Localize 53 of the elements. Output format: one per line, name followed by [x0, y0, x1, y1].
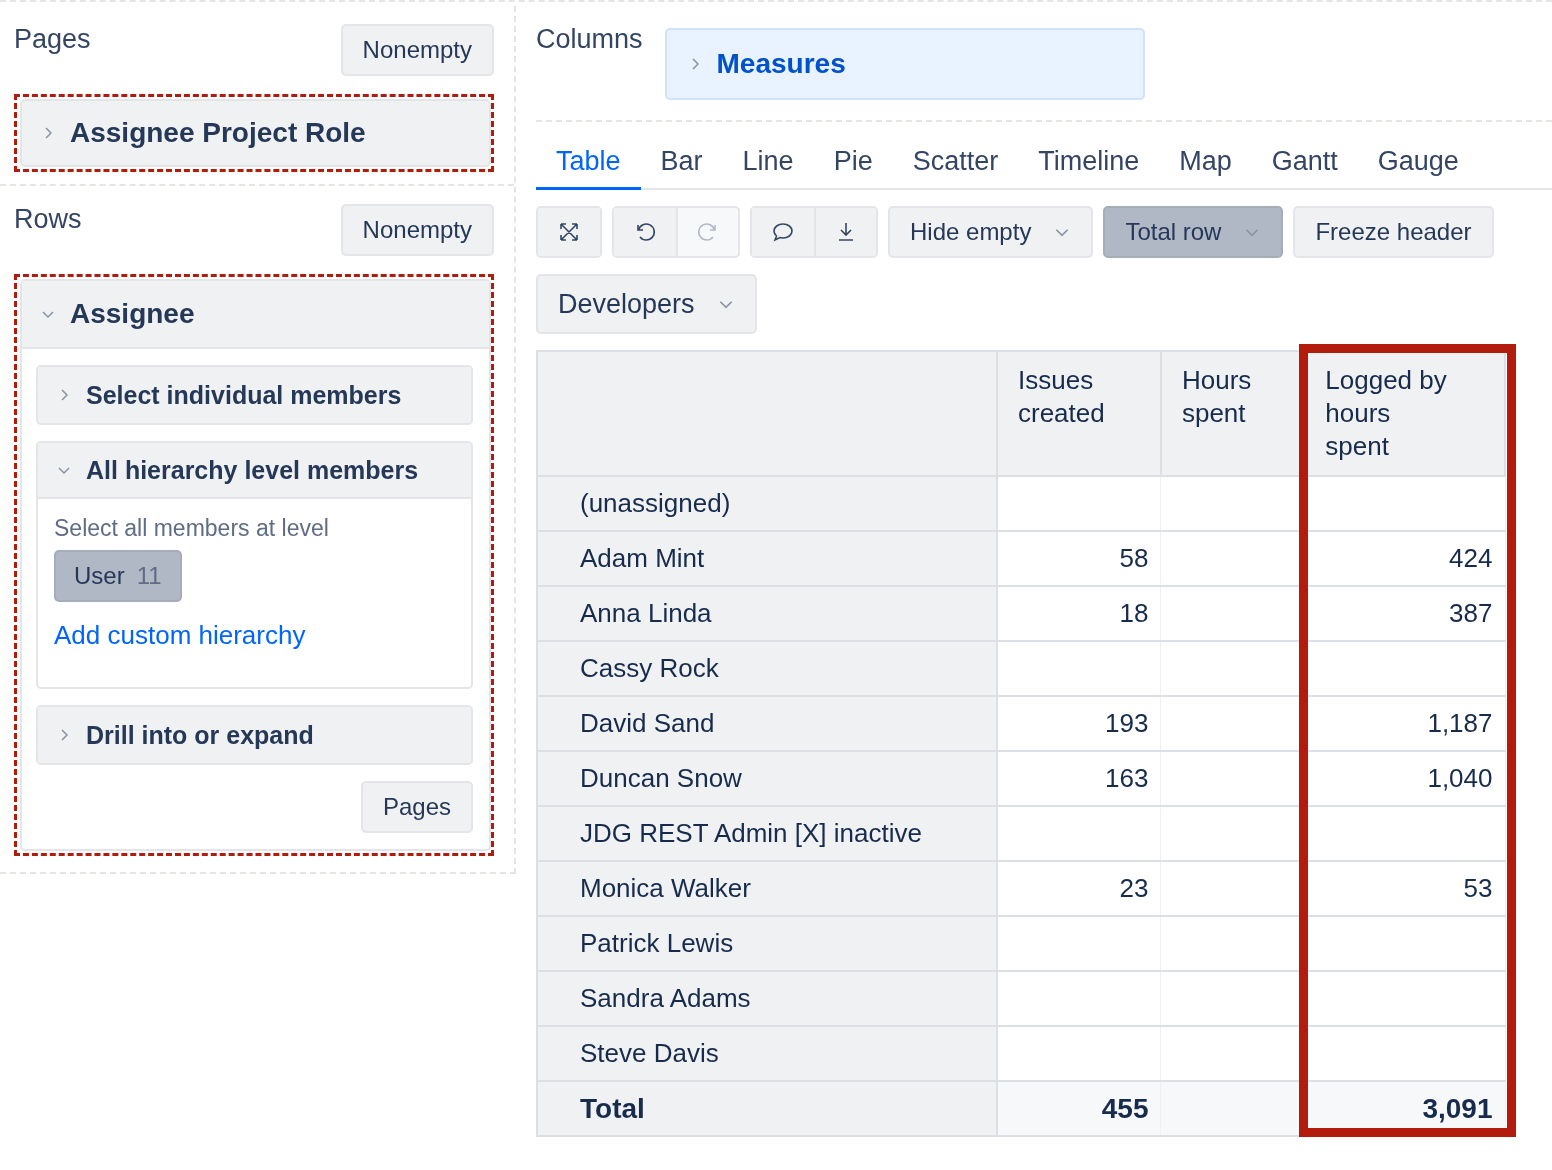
row-header: David Sand [537, 696, 997, 751]
section-title: Pages [14, 24, 91, 55]
option-header[interactable]: All hierarchy level members [38, 443, 471, 499]
row-header: Steve Davis [537, 1026, 997, 1081]
row-header: Anna Linda [537, 586, 997, 641]
expand-icon [557, 220, 581, 244]
total-label: Total [537, 1081, 997, 1136]
tab[interactable]: Table [536, 140, 641, 190]
dimension-item[interactable]: Measures [664, 28, 1145, 100]
option-header[interactable]: Drill into or expand [38, 707, 471, 763]
level-chip[interactable]: User 11 [54, 550, 182, 602]
row-header: (unassigned) [537, 476, 997, 531]
tab[interactable]: Gauge [1357, 140, 1479, 190]
toolbar-button[interactable] [814, 208, 876, 256]
nonempty-button[interactable]: Nonempty [340, 24, 494, 76]
row-header: Cassy Rock [537, 641, 997, 696]
row-header: Duncan Snow [537, 751, 997, 806]
toolbar-button[interactable] [538, 208, 600, 256]
tab[interactable]: Map [1159, 140, 1252, 190]
toolbar-button[interactable]: Total row [1103, 206, 1284, 258]
speech-bubble-icon [771, 220, 795, 244]
hint-text: Select all members at level [54, 515, 329, 542]
nonempty-button[interactable]: Nonempty [340, 204, 494, 256]
option-header[interactable]: Select individual members [38, 367, 471, 423]
filter-dropdown[interactable]: Developers [536, 274, 757, 334]
table-cell: 18 [997, 586, 1161, 641]
section-title: Rows [14, 204, 82, 235]
table-cell: 23 [997, 861, 1161, 916]
tab[interactable]: Scatter [892, 140, 1019, 190]
table-cell: 163 [997, 751, 1161, 806]
table-cell: 455 [997, 1081, 1161, 1136]
row-header: JDG REST Admin [X] inactive [537, 806, 997, 861]
toolbar-button[interactable] [614, 208, 676, 256]
table-cell: 193 [997, 696, 1161, 751]
table-cell: 58 [997, 531, 1161, 586]
tab[interactable]: Pie [813, 140, 893, 190]
dimension-item[interactable]: Assignee Project Role [20, 99, 491, 167]
section-title: Columns [536, 24, 643, 55]
pages-button[interactable]: Pages [360, 781, 473, 833]
row-header: Adam Mint [537, 531, 997, 586]
row-header: Monica Walker [537, 861, 997, 916]
tab[interactable]: Timeline [1018, 140, 1160, 190]
add-hierarchy-link[interactable]: Add custom hierarchy [54, 620, 306, 651]
toolbar-button[interactable]: Freeze header [1293, 206, 1494, 258]
tab[interactable]: Line [722, 140, 814, 190]
column-header: Issues created [997, 351, 1161, 476]
tab[interactable]: Gantt [1251, 140, 1358, 190]
row-header: Sandra Adams [537, 971, 997, 1026]
row-header: Patrick Lewis [537, 916, 997, 971]
dimension-header[interactable]: Assignee [22, 281, 489, 349]
toolbar-button[interactable] [752, 208, 814, 256]
tab[interactable]: Bar [640, 140, 723, 190]
toolbar-button[interactable]: Hide empty [888, 206, 1094, 258]
